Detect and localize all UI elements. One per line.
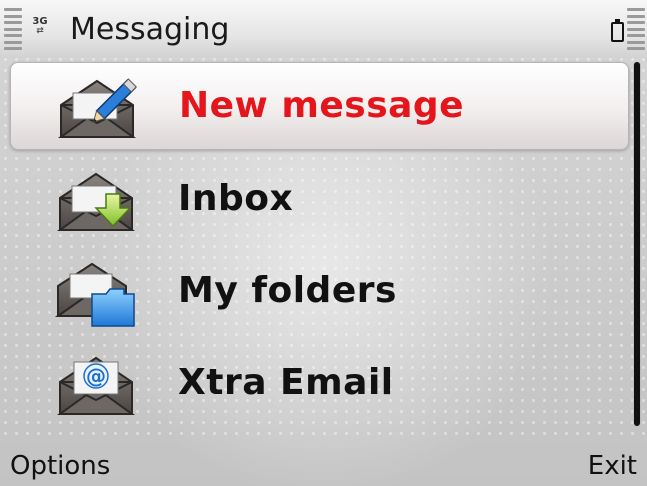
scrollbar-thumb[interactable] (634, 62, 640, 426)
inbox-icon (54, 164, 138, 236)
menu-item-inbox[interactable]: Inbox (10, 156, 627, 242)
menu-item-label: My folders (178, 270, 397, 311)
battery-icon (611, 19, 624, 42)
title-bar: 3G ⇄ Messaging (0, 0, 647, 58)
messaging-screen: 3G ⇄ Messaging New message Inbox My fold… (0, 0, 647, 486)
menu-item-my-folders[interactable]: My folders (10, 248, 627, 334)
menu-item-label: Inbox (178, 178, 294, 219)
page-title: Messaging (70, 12, 230, 47)
new-message-icon (55, 71, 139, 143)
options-softkey[interactable]: Options (10, 446, 110, 486)
menu-item-label: Xtra Email (178, 362, 394, 403)
svg-text:@: @ (86, 364, 106, 388)
menu-item-new-message[interactable]: New message (10, 62, 629, 150)
exit-softkey[interactable]: Exit (588, 446, 637, 486)
softkey-bar: Options Exit (0, 440, 647, 486)
signal-strength-icon (4, 8, 22, 50)
menu-item-label: New message (179, 85, 465, 126)
email-icon: @ (54, 348, 138, 420)
battery-level-icon (627, 8, 645, 50)
network-indicator: 3G ⇄ (32, 16, 48, 36)
menu-item-xtra-email[interactable]: @ Xtra Email (10, 340, 627, 426)
my-folders-icon (54, 256, 138, 328)
